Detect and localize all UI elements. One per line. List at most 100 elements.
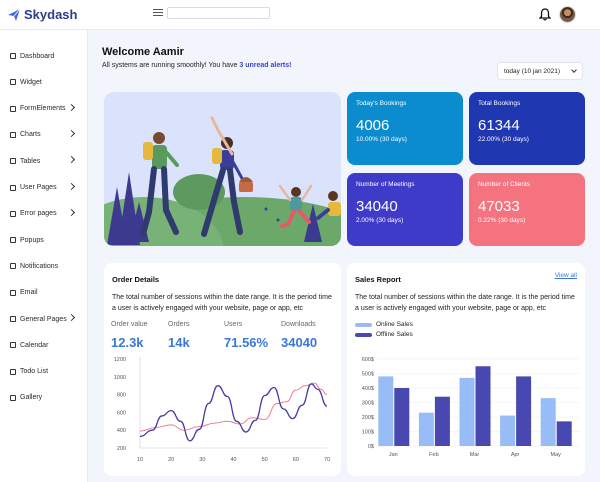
stat-card-title: Number of Meetings [356,181,415,188]
avatar[interactable] [559,6,576,23]
sidebar-item-gallery[interactable]: Gallery [10,391,80,405]
y-tick-label: 800 [117,393,126,399]
x-tick-label: Feb [429,452,438,458]
bar-offline-sales [434,396,450,446]
chevron-right-icon [67,313,76,322]
sidebar-item-formelements[interactable]: FormElements [10,102,80,116]
brand-logo[interactable]: Skydash [7,7,77,22]
y-tick-label: 1200 [114,357,126,363]
nav-item-icon [10,131,16,138]
y-tick-label: 500$ [362,372,374,378]
chevron-down-icon [571,67,577,73]
nav-item-icon [10,394,16,401]
stat-card-sub: 0.22% (30 days) [478,217,526,224]
sidebar-item-label: Calendar [20,341,49,349]
sidebar-item-calendar[interactable]: Calendar [10,338,80,352]
x-tick-label: Apr [511,452,520,458]
sidebar-item-popups[interactable]: Popups [10,233,80,247]
bar-online-sales [500,415,516,446]
y-tick-label: 100$ [362,430,374,436]
stat-card-value: 4006 [356,117,390,134]
nav-item-icon [10,263,16,270]
stat-card-title: Total Bookings [478,100,521,107]
y-tick-label: 600$ [362,357,374,363]
sidebar-item-label: Popups [20,236,44,244]
hero-illustration [104,92,341,246]
sales-report-panel: Sales Report View all The total number o… [347,263,585,476]
x-tick-label: Jan [389,452,398,458]
y-tick-label: 400 [117,428,126,434]
sidebar-item-label: Error pages [20,210,57,218]
y-tick-label: 1000 [114,375,126,381]
y-tick-label: 200$ [362,415,374,421]
date-filter-select[interactable]: today (10 jan 2021) [497,62,583,80]
welcome-message: All systems are running smoothly! You ha… [102,62,238,69]
x-tick-label: 40 [230,457,236,463]
brand-name: Skydash [24,7,78,22]
x-tick-label: 30 [199,457,205,463]
bell-icon[interactable] [539,8,551,21]
chevron-right-icon [67,208,76,216]
paper-plane-icon [8,8,21,21]
stat-card-title: Number of Clients [478,181,531,188]
stat-card-sub: 2.00% (30 days) [356,217,404,224]
nav-item-icon [10,210,16,217]
bar-online-sales [378,376,394,446]
stat-card-meetings: Number of Meetings 34040 2.00% (30 days) [347,173,463,246]
sidebar-item-label: Todo List [20,368,49,376]
sidebar-item-notifications[interactable]: Notifications [10,259,80,273]
sidebar-item-label: Charts [20,131,41,139]
sidebar-item-email[interactable]: Email [10,286,80,300]
sidebar-item-label: Widget [20,78,42,86]
sidebar-item-error-pages[interactable]: Error pages [10,207,80,221]
menu-toggle-icon[interactable] [153,9,163,18]
sidebar-item-tables[interactable]: Tables [10,154,80,168]
sidebar-item-label: User Pages [20,184,57,191]
top-bar: Skydash [0,0,600,30]
chevron-right-icon [67,156,76,164]
page-title: Welcome Aamir [102,46,184,58]
search-input[interactable] [167,7,270,19]
nav-item-icon [10,53,16,59]
x-tick-label: 70 [324,457,330,463]
order-line-chart: 200 400 600 800 1000 1200 10 20 30 40 50 60 70 [114,357,330,463]
sidebar-item-dashboard[interactable]: Dashboard [10,49,80,63]
nav-item-icon [10,316,16,322]
sidebar-item-charts[interactable]: Charts [10,128,80,142]
x-tick-label: May [551,452,562,458]
chevron-right-icon [67,103,76,111]
sidebar-item-widget[interactable]: Widget [10,75,80,89]
stat-card-total-bookings: Total Bookings 61344 22.00% (30 days) [469,92,585,165]
sidebar-item-todo-list[interactable]: Todo List [10,365,80,379]
nav-item-icon [10,79,16,86]
stat-card-title: Today's Bookings [356,100,407,107]
sidebar-item-label: Tables [20,157,41,165]
sidebar-item-user-pages[interactable]: User Pages [10,181,80,195]
date-filter-value: today (10 jan 2021) [504,68,561,75]
y-tick-label: 300$ [362,401,374,407]
nav-item-icon [10,158,16,165]
bar-online-sales [540,398,556,446]
stat-card-sub: 10.00% (30 days) [356,136,407,143]
bar-online-sales [418,412,434,446]
stat-card-sub: 22.00% (30 days) [478,136,529,143]
sidebar-item-general-pages[interactable]: General Pages [10,312,80,326]
bar-offline-sales [475,366,491,446]
line-series-2 [139,383,328,442]
hikers-illustration [104,116,341,246]
sidebar: Dashboard Widget FormElements Charts Tables U… [0,30,88,482]
y-tick-label: 200 [117,446,126,452]
sidebar-item-label: FormElements [20,105,66,113]
nav-item-icon [10,184,16,191]
x-tick-label: 20 [168,457,174,463]
x-tick-label: Mar [470,452,480,458]
sidebar-item-label: General Pages [20,315,67,323]
y-tick-label: 600 [117,410,126,416]
x-tick-label: 60 [293,457,299,463]
nav-item-icon [10,105,16,112]
x-tick-label: 10 [137,457,143,463]
order-details-panel: Order Details The total number of sessio… [104,263,341,476]
sidebar-item-label: Gallery [20,394,43,402]
sidebar-item-label: Email [20,289,38,297]
unread-alerts-link[interactable]: 3 unread alerts! [239,62,291,69]
